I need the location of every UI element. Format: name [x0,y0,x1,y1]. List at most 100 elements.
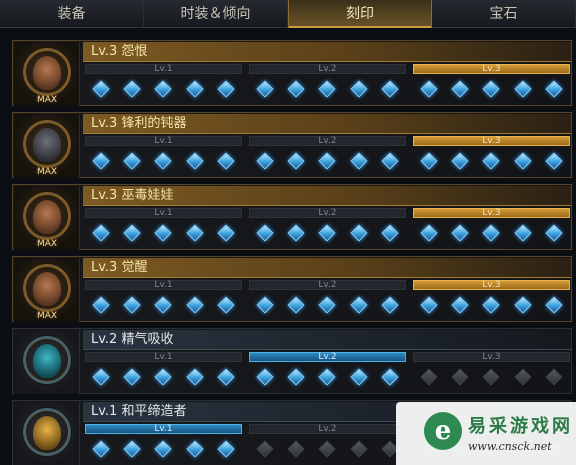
level-segment: Lv.2 [249,424,406,464]
max-badge: MAX [36,95,58,105]
level-segment: Lv.2 [249,280,406,320]
level-label: Lv.3 [413,136,570,146]
gem-icon [420,224,438,242]
tab-bar: 装备 时装＆倾向 刻印 宝石 [0,0,576,28]
watermark-url: www.cnsck.net [468,440,552,453]
gem-row [249,152,406,170]
gem-row [85,368,242,386]
gem-icon [123,440,141,458]
peacemaker-icon [23,408,71,456]
gem-icon [318,368,336,386]
engraving-card[interactable]: MAX Lv.3 锋利的钝器 Lv.1 Lv.2 Lv.3 [12,112,572,178]
gem-icon [420,296,438,314]
level-label: Lv.3 [413,208,570,218]
engraving-card[interactable]: MAX Lv.3 觉醒 Lv.1 Lv.2 Lv.3 [12,256,572,322]
gem-row [413,152,570,170]
gem-icon [154,224,172,242]
site-logo-icon: e [424,412,462,450]
level-label: Lv.3 [413,280,570,290]
gem-icon [381,152,399,170]
gem-icon [92,368,110,386]
gem-icon [217,440,235,458]
gem-icon [256,368,274,386]
level-label: Lv.2 [249,424,406,434]
tab-costume-tendency[interactable]: 时装＆倾向 [144,0,288,28]
gem-icon [318,296,336,314]
level-label: Lv.2 [249,208,406,218]
tab-gem[interactable]: 宝石 [432,0,576,28]
level-segment: Lv.1 [85,64,242,104]
gem-row [413,80,570,98]
gem-icon [92,224,110,242]
gem-icon [186,296,204,314]
gem-icon [256,224,274,242]
gem-icon [154,80,172,98]
awakening-icon [23,264,71,312]
engraving-portrait [14,402,80,465]
gem-icon [92,152,110,170]
level-label: Lv.3 [413,352,570,362]
gem-icon [482,296,500,314]
level-segment: Lv.1 [85,424,242,464]
level-segment: Lv.1 [85,280,242,320]
gem-icon [186,80,204,98]
engraving-title: Lv.3 觉醒 [91,260,148,275]
engraving-title: Lv.1 和平缔造者 [91,404,187,419]
gem-icon [451,368,469,386]
gem-icon [287,296,305,314]
level-segment: Lv.2 [249,352,406,392]
engraving-portrait: MAX [14,186,80,250]
engraving-card[interactable]: Lv.2 精气吸收 Lv.1 Lv.2 Lv.3 [12,328,572,394]
engraving-card[interactable]: MAX Lv.3 巫毒娃娃 Lv.1 Lv.2 Lv.3 [12,184,572,250]
engraving-title: Lv.3 巫毒娃娃 [91,188,174,203]
gem-icon [514,224,532,242]
gem-icon [350,224,368,242]
watermark-name: 易采游戏网 [468,416,573,437]
gem-icon [420,80,438,98]
gem-row [413,368,570,386]
gem-row [85,224,242,242]
gem-row [85,296,242,314]
level-segment: Lv.3 [413,280,570,320]
gem-icon [318,224,336,242]
gem-icon [217,296,235,314]
gem-icon [123,368,141,386]
gem-icon [287,224,305,242]
gem-row [85,80,242,98]
engraving-list: MAX Lv.3 怨恨 Lv.1 Lv.2 Lv.3 MAX Lv.3 锋利的钝器 Lv.1 L… [0,36,576,465]
gem-icon [482,80,500,98]
gem-icon [186,440,204,458]
gem-icon [514,368,532,386]
gem-icon [451,80,469,98]
tab-equipment[interactable]: 装备 [0,0,144,28]
gem-icon [350,152,368,170]
gem-icon [318,440,336,458]
level-segment: Lv.1 [85,352,242,392]
engraving-portrait: MAX [14,42,80,106]
level-label: Lv.1 [85,280,242,290]
gem-icon [514,152,532,170]
gem-icon [287,152,305,170]
gem-icon [154,440,172,458]
level-segment: Lv.2 [249,208,406,248]
gem-icon [514,296,532,314]
engraving-card[interactable]: MAX Lv.3 怨恨 Lv.1 Lv.2 Lv.3 [12,40,572,106]
watermark: e 易采游戏网 www.cnsck.net [396,402,576,465]
grudge-icon [23,48,71,96]
engraving-figure [33,416,61,450]
engraving-portrait: MAX [14,114,80,178]
gem-icon [217,152,235,170]
gem-icon [256,80,274,98]
tab-engraving[interactable]: 刻印 [288,0,432,28]
gem-icon [217,80,235,98]
level-label: Lv.2 [249,352,406,362]
gem-icon [287,440,305,458]
gem-icon [545,80,563,98]
voodoo-doll-icon [23,192,71,240]
level-segment: Lv.1 [85,208,242,248]
engraving-title: Lv.2 精气吸收 [91,332,174,347]
level-label: Lv.1 [85,64,242,74]
level-label: Lv.2 [249,280,406,290]
gem-icon [256,152,274,170]
gem-icon [186,224,204,242]
